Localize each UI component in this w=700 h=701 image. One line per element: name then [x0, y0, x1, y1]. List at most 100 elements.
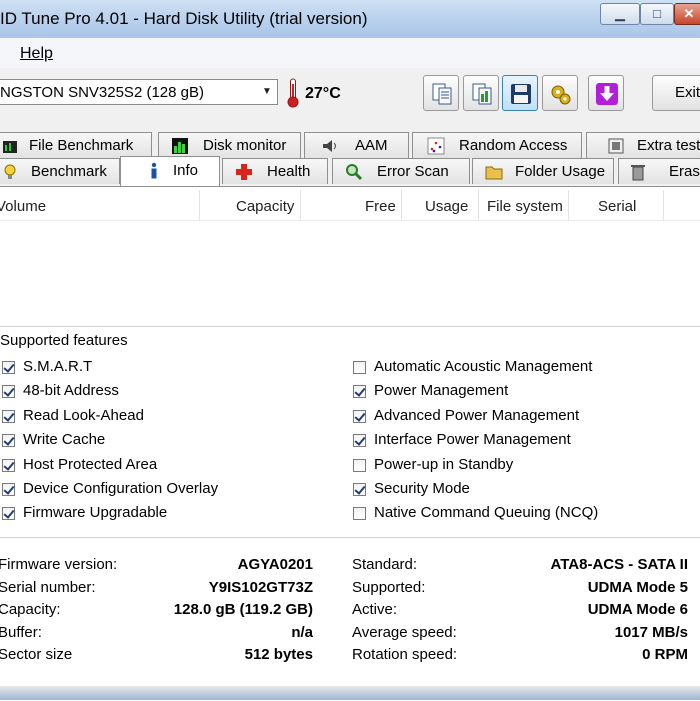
column-header-volume[interactable]: Volume: [0, 198, 46, 215]
info-value: ATA8-ACS - SATA II: [550, 556, 689, 573]
feature-checkbox[interactable]: [353, 385, 366, 398]
tab-disk-monitor[interactable]: Disk monitor: [158, 132, 301, 158]
scatter-icon: [427, 137, 445, 155]
info-value: 1017 MB/s: [614, 624, 688, 641]
feature-checkbox[interactable]: [2, 459, 15, 472]
red-cross-icon: [236, 164, 252, 180]
info-label: Average speed:: [352, 624, 457, 641]
window-title: ID Tune Pro 4.01 - Hard Disk Utility (tr…: [0, 9, 368, 28]
temperature-readout: 27°C: [305, 85, 341, 102]
feature-checkbox[interactable]: [2, 507, 15, 520]
info-value: UDMA Mode 6: [587, 601, 688, 618]
tab-label: Extra tests: [637, 137, 700, 154]
feature-label: Power-up in Standby: [374, 456, 514, 473]
save-button[interactable]: [502, 75, 538, 111]
magnifier-icon: [346, 164, 363, 181]
extra-tests-icon: [608, 138, 624, 154]
info-value: UDMA Mode 5: [587, 579, 688, 596]
minimize-button[interactable]: ▁: [600, 3, 640, 25]
copy-image-icon: [472, 83, 492, 105]
info-icon: [151, 162, 157, 179]
feature-checkbox[interactable]: [353, 434, 366, 447]
menu-help[interactable]: Help: [20, 45, 53, 63]
download-button[interactable]: [588, 75, 624, 111]
copy-screenshot-button[interactable]: [463, 75, 499, 111]
feature-label: Read Look-Ahead: [23, 407, 144, 424]
feature-checkbox[interactable]: [2, 410, 15, 423]
window-bottom-edge: [0, 686, 700, 700]
minimize-icon: ▁: [615, 6, 625, 21]
menu-help-label: Help: [20, 45, 53, 62]
tab-health[interactable]: Health: [222, 158, 328, 184]
features-title: Supported features: [0, 332, 128, 349]
tab-erase[interactable]: Erase: [618, 158, 700, 184]
feature-checkbox[interactable]: [353, 459, 366, 472]
column-divider: [663, 190, 664, 220]
feature-label: Write Cache: [23, 431, 106, 448]
tab-benchmark[interactable]: Benchmark: [0, 158, 120, 184]
info-label: Buffer:: [0, 624, 42, 641]
speaker-icon: [323, 140, 336, 152]
maximize-icon: □: [653, 6, 661, 21]
maximize-button[interactable]: □: [640, 3, 674, 25]
feature-label: Security Mode: [374, 480, 470, 497]
floppy-disk-icon: [511, 84, 531, 104]
tab-label: Disk monitor: [203, 137, 287, 154]
info-label: Rotation speed:: [352, 646, 458, 663]
column-divider: [568, 190, 569, 220]
tab-error-scan[interactable]: Error Scan: [332, 158, 470, 184]
folder-icon: [485, 166, 503, 180]
feature-checkbox[interactable]: [353, 361, 366, 374]
file-benchmark-icon: [3, 141, 17, 153]
info-value: 512 bytes: [244, 646, 313, 663]
feature-label: Advanced Power Management: [374, 407, 580, 424]
tab-label: Info: [173, 162, 199, 179]
features-divider: [0, 326, 700, 327]
column-divider: [199, 190, 200, 220]
column-header-file-system[interactable]: File system: [487, 198, 563, 215]
column-divider: [401, 190, 402, 220]
copy-info-button[interactable]: [423, 75, 459, 111]
info-value: AGYA0201: [237, 556, 313, 573]
down-arrow-icon: [596, 83, 618, 105]
tab-aam[interactable]: AAM: [304, 132, 409, 158]
drive-select-value: NGSTON SNV325S2 (128 gB): [0, 84, 204, 101]
feature-checkbox[interactable]: [353, 507, 366, 520]
tab-extra-tests[interactable]: Extra tests: [586, 132, 700, 158]
feature-label: Automatic Acoustic Management: [374, 358, 593, 375]
tab-label: Benchmark: [31, 163, 107, 180]
info-label: Serial number:: [0, 579, 96, 596]
tab-info[interactable]: Info: [120, 156, 220, 186]
info-value: 128.0 gB (119.2 GB): [173, 601, 313, 618]
feature-label: Power Management: [374, 382, 509, 399]
trash-icon: [631, 165, 645, 181]
column-header-capacity[interactable]: Capacity: [236, 198, 294, 215]
column-header-serial[interactable]: Serial: [598, 198, 636, 215]
tab-label: Error Scan: [377, 163, 449, 180]
feature-checkbox[interactable]: [2, 361, 15, 374]
close-button[interactable]: ✕: [674, 3, 700, 25]
chevron-down-icon[interactable]: ▼: [262, 86, 272, 97]
options-button[interactable]: [542, 75, 578, 111]
info-label: Sector size: [0, 646, 73, 663]
title-bar[interactable]: ID Tune Pro 4.01 - Hard Disk Utility (tr…: [0, 0, 700, 39]
tab-label: Health: [267, 163, 311, 180]
info-value: Y9IS102GT73Z: [208, 579, 313, 596]
column-header-free[interactable]: Free: [365, 198, 396, 215]
info-value: 0 RPM: [642, 646, 688, 663]
tab-folder-usage[interactable]: Folder Usage: [472, 158, 614, 184]
feature-checkbox[interactable]: [2, 385, 15, 398]
feature-label: Firmware Upgradable: [23, 504, 168, 521]
tab-file-benchmark[interactable]: File Benchmark: [0, 132, 152, 158]
lightbulb-icon: [4, 164, 16, 179]
tab-random-access[interactable]: Random Access: [412, 132, 582, 158]
feature-checkbox[interactable]: [353, 410, 366, 423]
feature-checkbox[interactable]: [2, 434, 15, 447]
feature-label: S.M.A.R.T: [23, 358, 93, 375]
close-icon: ✕: [683, 6, 695, 21]
feature-checkbox[interactable]: [2, 483, 15, 496]
feature-checkbox[interactable]: [353, 483, 366, 496]
column-header-usage[interactable]: Usage: [425, 198, 468, 215]
tab-label: File Benchmark: [29, 137, 134, 154]
tab-label: AAM: [355, 137, 388, 154]
